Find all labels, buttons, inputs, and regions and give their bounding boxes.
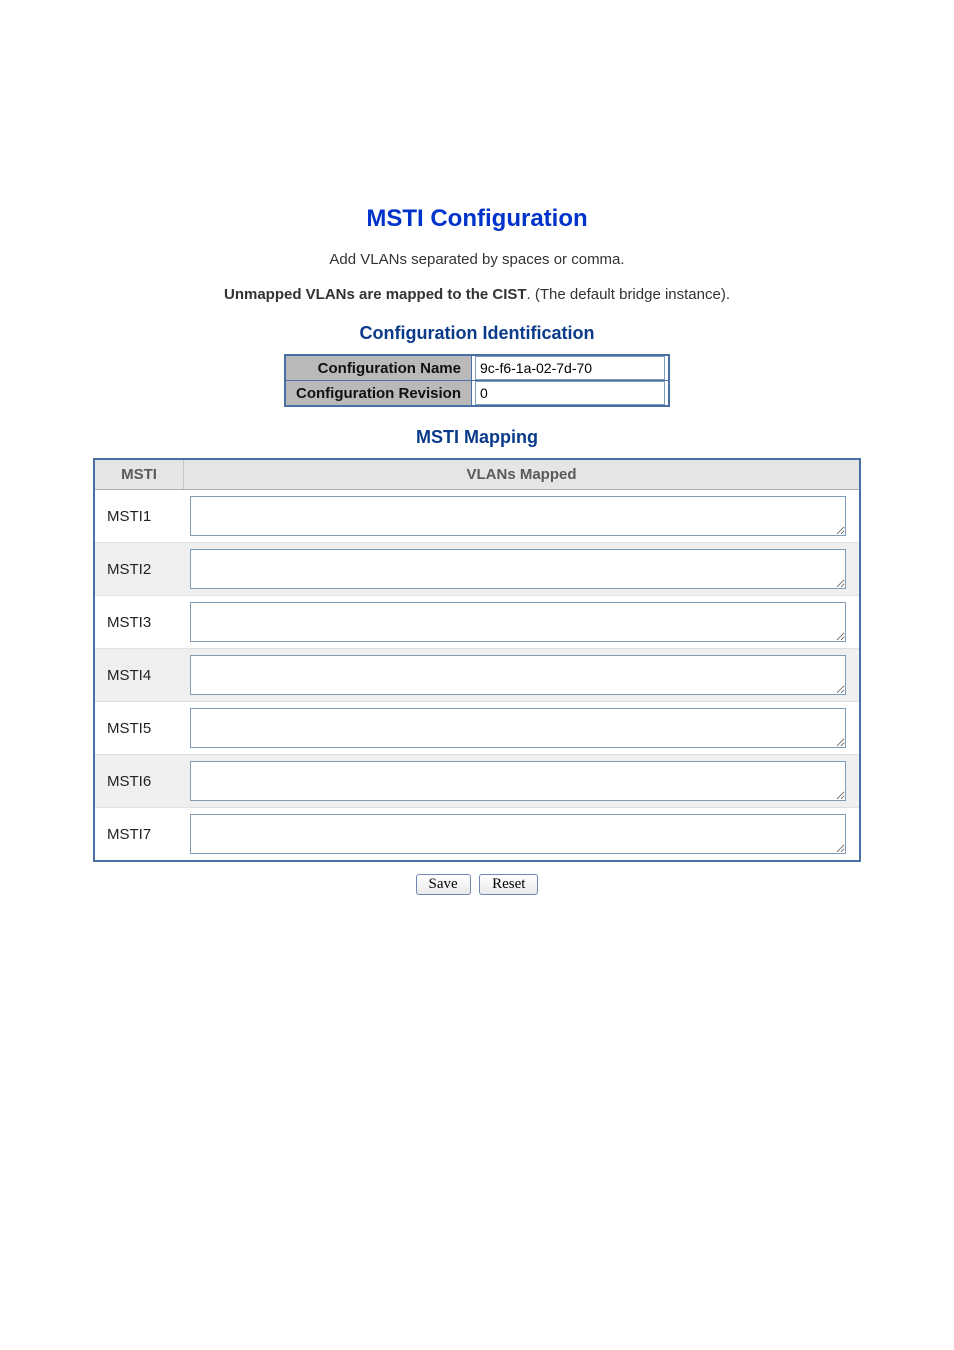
msti-mapping-table: MSTI VLANs Mapped MSTI1MSTI2MSTI3MSTI4MS…	[93, 458, 861, 862]
config-name-row: Configuration Name	[285, 355, 669, 381]
table-row: MSTI2	[94, 543, 860, 596]
vlan-textarea[interactable]	[190, 496, 847, 536]
vlan-cell	[184, 543, 861, 596]
table-row: MSTI4	[94, 649, 860, 702]
save-button[interactable]: Save	[416, 874, 471, 895]
vlan-textarea[interactable]	[190, 655, 847, 695]
config-revision-row: Configuration Revision	[285, 381, 669, 407]
msti-label: MSTI7	[94, 808, 184, 862]
vlan-textarea[interactable]	[190, 602, 847, 642]
table-row: MSTI5	[94, 702, 860, 755]
vlan-cell	[184, 649, 861, 702]
vlan-textarea[interactable]	[190, 814, 847, 854]
config-name-input[interactable]	[475, 356, 665, 380]
section-mapping-title: MSTI Mapping	[0, 427, 954, 448]
vlans-mapped-header: VLANs Mapped	[184, 459, 861, 490]
vlan-textarea[interactable]	[190, 549, 847, 589]
vlan-cell	[184, 808, 861, 862]
vlan-textarea[interactable]	[190, 761, 847, 801]
config-revision-label: Configuration Revision	[285, 381, 472, 407]
vlan-textarea[interactable]	[190, 708, 847, 748]
msti-label: MSTI6	[94, 755, 184, 808]
cist-note-bold: Unmapped VLANs are mapped to the CIST	[224, 286, 527, 303]
vlan-cell	[184, 490, 861, 543]
cist-note-rest: . (The default bridge instance).	[527, 286, 730, 303]
config-revision-input[interactable]	[475, 381, 665, 405]
msti-label: MSTI4	[94, 649, 184, 702]
table-row: MSTI1	[94, 490, 860, 543]
section-config-id-title: Configuration Identification	[0, 323, 954, 344]
table-row: MSTI3	[94, 596, 860, 649]
instruction-text: Add VLANs separated by spaces or comma.	[0, 251, 954, 268]
msti-header: MSTI	[94, 459, 184, 490]
cist-note: Unmapped VLANs are mapped to the CIST. (…	[0, 286, 954, 303]
button-row: Save Reset	[0, 874, 954, 895]
vlan-cell	[184, 755, 861, 808]
page-title: MSTI Configuration	[0, 205, 954, 233]
msti-label: MSTI2	[94, 543, 184, 596]
table-row: MSTI7	[94, 808, 860, 862]
msti-label: MSTI1	[94, 490, 184, 543]
reset-button[interactable]: Reset	[479, 874, 538, 895]
config-id-table: Configuration Name Configuration Revisio…	[284, 354, 670, 407]
msti-label: MSTI3	[94, 596, 184, 649]
config-name-label: Configuration Name	[285, 355, 472, 381]
table-row: MSTI6	[94, 755, 860, 808]
vlan-cell	[184, 702, 861, 755]
msti-label: MSTI5	[94, 702, 184, 755]
vlan-cell	[184, 596, 861, 649]
